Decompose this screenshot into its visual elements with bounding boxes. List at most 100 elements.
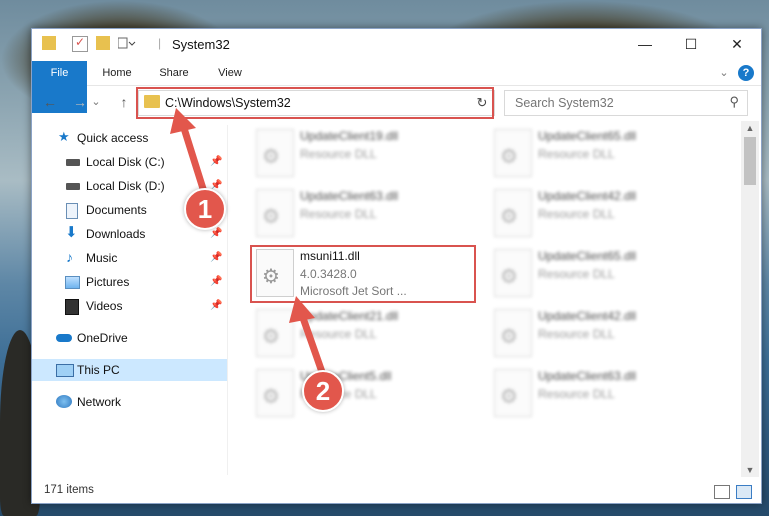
drive-icon [66,183,80,190]
film-icon [65,299,79,315]
pictures-icon [65,276,80,289]
address-highlight-box [136,87,494,119]
up-arrow-icon[interactable]: ↑ [114,92,134,112]
window-title: System32 [172,37,230,52]
scroll-up-icon[interactable]: ▲ [741,121,759,135]
recent-locations-icon[interactable]: ⌄ [90,92,102,112]
dll-file-icon: ⚙ [494,249,532,297]
file-description: Resource DLL [538,147,615,161]
sidebar-item-label: This PC [77,363,120,377]
file-description: Resource DLL [538,387,615,401]
file-item[interactable]: ⚙ UpdateClient65.dll Resource DLL [488,127,698,179]
monitor-icon [56,364,74,377]
sidebar-item-quick-access[interactable]: ★ Quick access [32,127,227,149]
sidebar-item-onedrive[interactable]: OneDrive [32,327,227,349]
dll-file-icon: ⚙ [256,129,294,177]
drive-icon [66,159,80,166]
back-arrow-icon[interactable]: ← [40,92,60,112]
cloud-icon [56,334,72,342]
vertical-scrollbar[interactable]: ▲ ▼ [741,121,759,477]
dll-file-icon: ⚙ [494,189,532,237]
step-2-badge: 2 [302,370,344,412]
pin-icon[interactable]: 📌 [210,295,222,317]
file-item[interactable]: ⚙ UpdateClient42.dll Resource DLL [488,187,698,239]
gear-icon: ⚙ [262,206,280,228]
file-description: Resource DLL [538,207,615,221]
sidebar-item-network[interactable]: Network [32,391,227,413]
pin-icon[interactable]: 📌 [210,151,222,173]
file-name: UpdateClient63.dll [538,369,637,383]
dll-file-icon: ⚙ [256,309,294,357]
sidebar-item-label: Downloads [86,227,146,241]
navigation-bar: ← → ⌄ ↑ C:\Windows\System32 ⌄ ↻ ⚲ [32,86,761,119]
file-item[interactable]: ⚙ UpdateClient63.dll Resource DLL [250,187,460,239]
step-1-badge: 1 [184,188,226,230]
file-item[interactable]: ⚙ UpdateClient42.dll Resource DLL [488,307,698,359]
tab-share[interactable]: Share [150,61,198,85]
tab-home[interactable]: Home [94,61,140,85]
sidebar-item-pictures[interactable]: Pictures 📌 [32,271,227,293]
download-arrow-icon: ⬇ [65,224,78,241]
title-bar: ✓ | System32 — ☐ ✕ [32,29,761,61]
file-list: ⚙ UpdateClient19.dll Resource DLL ⚙ Upda… [228,125,740,475]
pin-icon[interactable]: 📌 [210,247,222,269]
tab-view[interactable]: View [208,61,252,85]
large-icons-view-icon[interactable] [736,485,752,499]
gear-icon: ⚙ [500,386,518,408]
documents-icon [66,203,78,219]
navigation-pane: ★ Quick access Local Disk (C:) 📌 Local D… [32,125,228,475]
file-name: UpdateClient63.dll [300,189,399,203]
chevron-down-icon[interactable]: ⌄ [716,61,732,85]
file-highlight-box [250,245,476,303]
gear-icon: ⚙ [262,386,280,408]
search-box[interactable]: ⚲ [504,90,748,116]
file-item[interactable]: ⚙ UpdateClient65.dll Resource DLL [488,247,698,299]
help-label: ? [742,67,750,79]
file-item[interactable]: ⚙ UpdateClient19.dll Resource DLL [250,127,460,179]
file-item[interactable]: ⚙ UpdateClient5.dll Resource DLL [250,367,460,419]
help-icon[interactable]: ? [738,65,754,81]
dll-file-icon: ⚙ [256,189,294,237]
close-button[interactable]: ✕ [714,29,760,59]
file-description: Resource DLL [300,327,377,341]
minimize-button[interactable]: — [622,29,668,59]
new-folder-icon[interactable] [96,36,110,50]
dll-file-icon: ⚙ [494,129,532,177]
search-input[interactable] [513,95,717,111]
item-count: 171 items [44,484,94,496]
sidebar-item-music[interactable]: ♪ Music 📌 [32,247,227,269]
folder-icon [42,36,56,50]
pin-icon[interactable]: 📌 [210,271,222,293]
file-description: Resource DLL [538,327,615,341]
sidebar-item-label: Local Disk (D:) [86,179,165,193]
sidebar-item-label: Quick access [77,131,149,145]
sidebar-item-local-disk-c[interactable]: Local Disk (C:) 📌 [32,151,227,173]
file-item[interactable]: ⚙ UpdateClient21.dll Resource DLL [250,307,460,359]
gear-icon: ⚙ [500,266,518,288]
customize-quick-access-icon[interactable] [117,36,138,50]
ribbon: File Home Share View ⌄ ? [32,61,761,113]
network-icon [56,395,72,408]
properties-check-icon[interactable]: ✓ [72,35,88,52]
file-name: UpdateClient19.dll [300,129,399,143]
forward-arrow-icon[interactable]: → [70,92,90,112]
sidebar-item-this-pc[interactable]: This PC [32,359,227,381]
gear-icon: ⚙ [262,146,280,168]
maximize-button[interactable]: ☐ [668,29,714,59]
file-name: UpdateClient42.dll [538,189,637,203]
title-separator: | [158,36,162,50]
dll-file-icon: ⚙ [494,369,532,417]
scrollbar-thumb[interactable] [744,137,756,185]
file-item[interactable]: ⚙ UpdateClient63.dll Resource DLL [488,367,698,419]
file-explorer-window: ✓ | System32 — ☐ ✕ File Home Share View … [31,28,762,504]
dll-file-icon: ⚙ [256,369,294,417]
search-icon: ⚲ [729,94,739,109]
sidebar-item-label: Videos [86,299,123,313]
star-icon: ★ [58,129,70,144]
music-note-icon: ♪ [66,249,73,265]
details-view-icon[interactable] [714,485,730,499]
file-description: Resource DLL [538,267,615,281]
gear-icon: ⚙ [262,326,280,348]
sidebar-item-videos[interactable]: Videos 📌 [32,295,227,317]
scroll-down-icon[interactable]: ▼ [741,463,759,477]
